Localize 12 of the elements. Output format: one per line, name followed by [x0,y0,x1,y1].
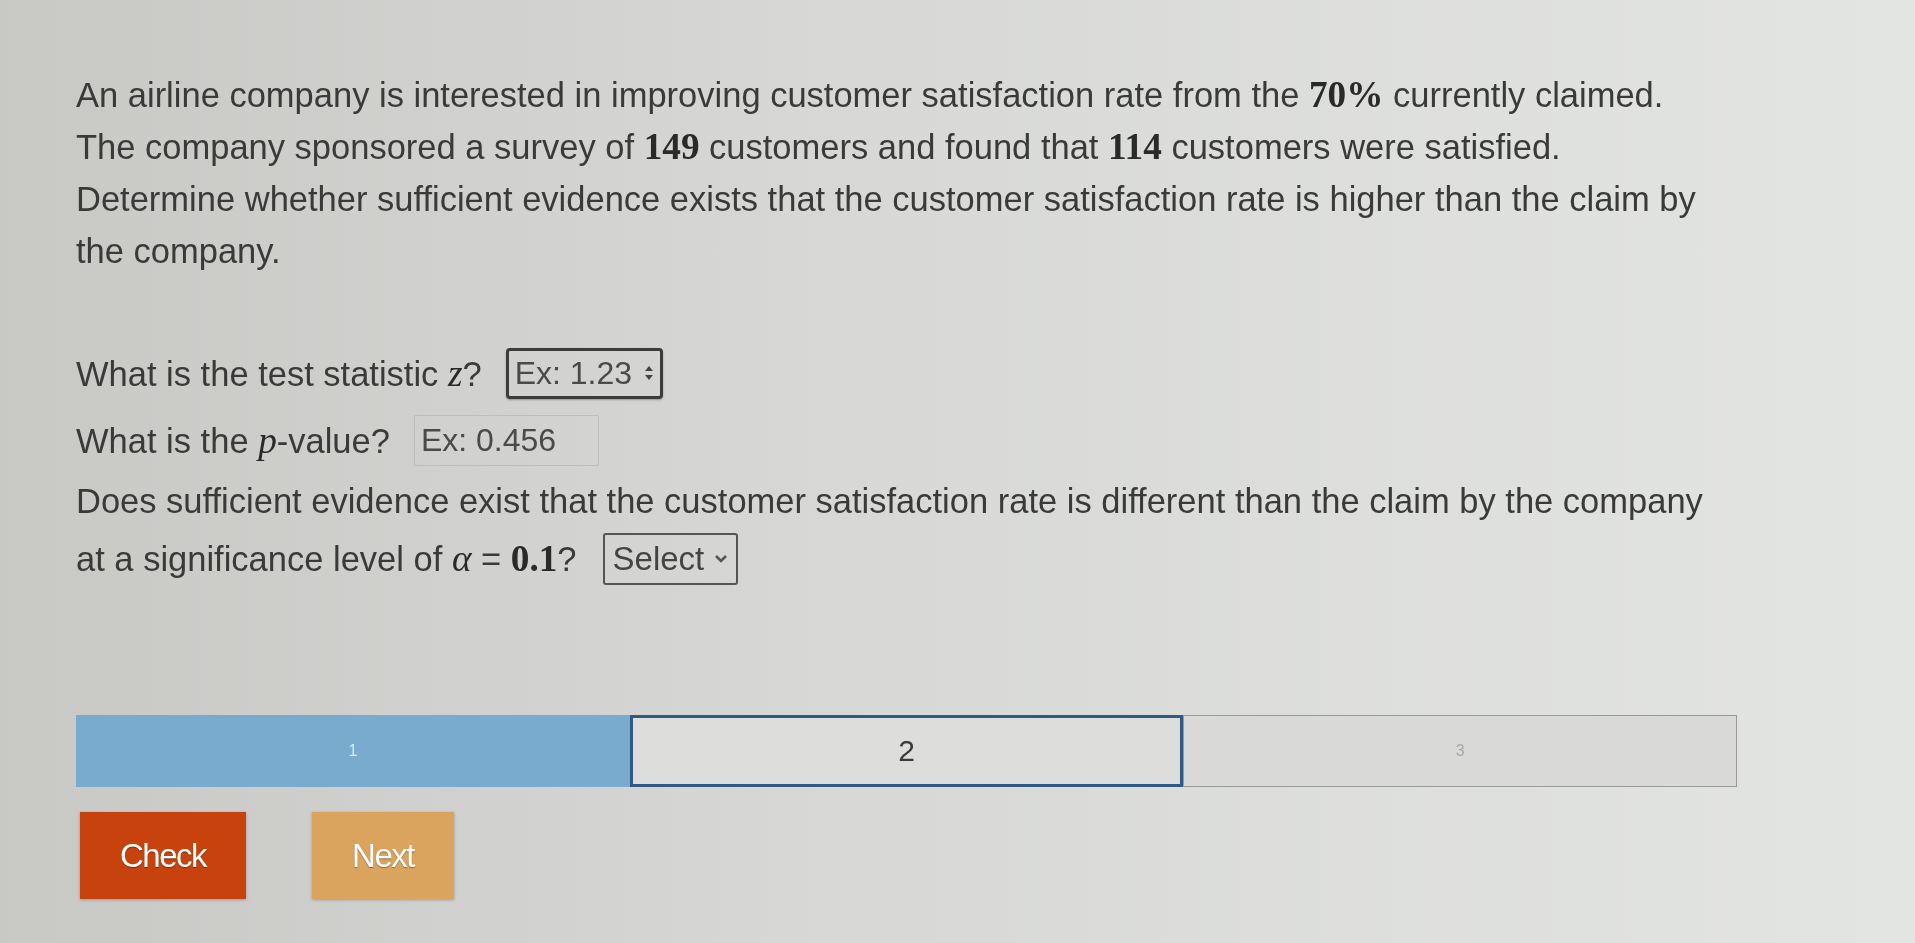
question-text: What is the test statistic z? [76,352,482,395]
level-segment[interactable]: 2 [629,715,1184,787]
problem-text: An airline company is interested in improving customer satisfaction rate from the 70% currently claimed. The company sponsored a survey of 149 customers and found that 114 customers were satisfied. Determine whether sufficient evidence exists that the customer satisfaction rate is higher than the claim by the company. [76,73,1697,272]
chevron-down-icon [714,554,729,563]
question-text: at a significance level of α = 0.1? [76,537,577,580]
action-button[interactable]: Check [80,812,247,899]
answer-field[interactable]: Ex: 0.456 [413,415,599,466]
select-dropdown[interactable]: Select [602,532,739,585]
question-text: What is the p-value? [76,419,390,462]
spinner-icon[interactable] [643,364,654,382]
number-input-field[interactable]: Ex: 1.23 [505,348,663,399]
question-text: Does sufficient evidence exist that the customer satisfaction rate is different than the claim by the company [76,482,1703,521]
